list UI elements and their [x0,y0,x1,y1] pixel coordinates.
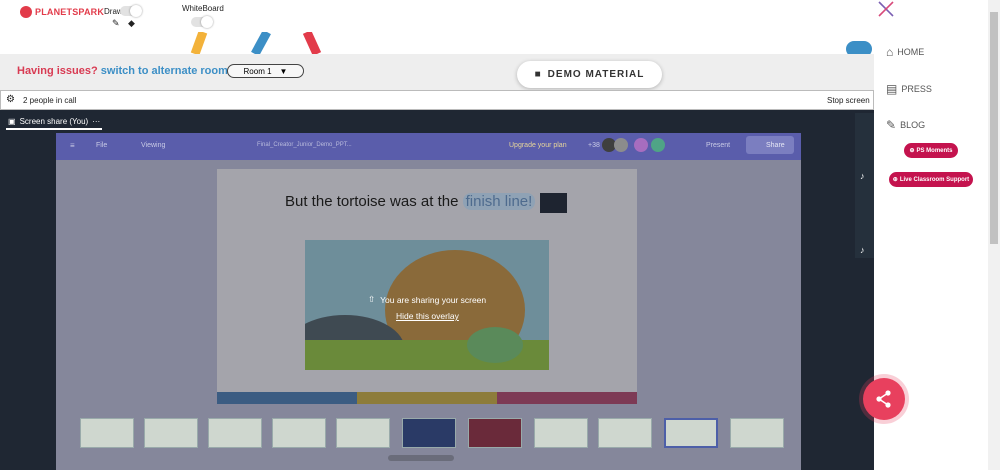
upgrade-link: Upgrade your plan [509,142,567,149]
plus-icon: ⊕ [892,177,898,183]
mic-icon: ♪ [860,245,865,255]
screen-share-label: ▣ Screen share (You) ··· [8,117,100,126]
ps-moments-button[interactable]: ⊕ PS Moments [904,143,958,158]
room-select[interactable]: Room 1 ▼ [227,64,304,78]
ps-moments-label: PS Moments [916,147,953,154]
logo-text: PLANETSPARK [35,7,105,17]
mic-icon: ♪ [860,171,865,181]
live-support-label: Live Classroom Support [899,176,970,183]
slide-title-highlight: finish line! [462,193,536,210]
nav-blog[interactable]: ✎ BLOG [886,118,925,132]
room-value: Room 1 [243,66,272,76]
dropdown-caret-icon: ▼ [279,66,288,76]
decorative-arcs [190,32,322,54]
whiteboard-label: WhiteBoard [182,4,224,13]
slide-title-text: But the tortoise was at the [285,193,459,210]
whiteboard-toggle[interactable] [191,16,213,28]
stop-screen-button[interactable]: Stop screen [827,96,870,105]
hide-overlay-link[interactable]: Hide this overlay [396,311,459,321]
stripe-blue [217,392,357,404]
sharing-message: You are sharing your screen [380,294,487,305]
nav-home-label: HOME [897,47,925,57]
viewing-menu: Viewing [141,142,166,149]
slide-thumbnail [534,418,588,448]
issue-question: Having issues? [17,65,98,77]
planetspark-logo[interactable]: PLANETSPARK [20,5,104,19]
share-button: Share [766,142,785,149]
illustration-scene [305,240,549,370]
scrollbar-thumb[interactable] [990,12,998,244]
slide-thumbnail [144,418,198,448]
home-icon: ⌂ [886,45,894,59]
slide-thumbnail [336,418,390,448]
hamburger-icon: ≡ [70,141,75,150]
switch-room-link[interactable]: switch to alternate room [101,65,228,77]
pencil-icon[interactable]: ✎ [112,18,120,29]
collaborator-count: +38 [588,142,600,149]
slide-title: But the tortoise was at the finish line! [285,193,536,210]
pencil-icon: ✎ [886,118,897,132]
press-icon: ▤ [886,82,898,96]
active-tab-underline [6,128,102,130]
slide-thumbnail [402,418,456,448]
draw-toggle[interactable] [120,5,142,17]
nav-blog-label: BLOG [900,120,926,130]
live-support-button[interactable]: ⊕ Live Classroom Support [889,172,973,187]
nav-home[interactable]: ⌂ HOME [886,45,924,59]
close-icon[interactable] [878,1,894,17]
black-box [540,193,567,213]
eraser-icon[interactable]: ◆ [128,18,135,29]
shared-app-toolbar [56,133,801,160]
nav-press[interactable]: ▤ PRESS [886,82,932,96]
slide-thumbnail [730,418,784,448]
slide-thumbnail [80,418,134,448]
share-fab-button[interactable] [863,378,905,420]
folder-icon: ■ [534,69,542,80]
share-screen-icon: ⇧ [368,294,376,304]
sharing-overlay-message: ⇧ You are sharing your screen [368,294,486,305]
participant-video-strip [855,113,874,258]
present-button: Present [706,142,731,149]
screen-icon: ▣ [8,117,16,126]
file-name: Final_Creator_Junior_Demo_PPT... [257,142,352,148]
share-icon [876,390,891,408]
slide-color-stripe [217,392,637,404]
stripe-pink [497,392,637,404]
avatar [634,138,648,152]
slide-thumbnail [598,418,652,448]
avatar [651,138,665,152]
settings-gear-icon[interactable]: ⚙ [6,94,15,105]
nav-press-label: PRESS [901,84,932,94]
issue-text: Having issues? switch to alternate room [17,65,228,77]
slide-thumbnail [468,418,522,448]
avatar [614,138,628,152]
slide-thumbnail [272,418,326,448]
call-bar [0,90,874,110]
demo-material-button[interactable]: ■ DEMO MATERIAL [517,61,662,88]
filmstrip-scrollbar [388,455,454,461]
stripe-yellow [357,392,497,404]
more-options-icon[interactable]: ··· [92,117,100,126]
plus-icon: ⊕ [909,148,915,154]
file-menu: File [96,142,108,149]
screen-share-title: Screen share (You) [19,117,89,126]
slide-thumbnail-selected [664,418,718,448]
slide-thumbnail [208,418,262,448]
demo-material-label: DEMO MATERIAL [547,69,645,80]
people-count: 2 people in call [23,96,77,105]
slide-illustration [305,240,549,370]
logo-icon [20,6,32,18]
